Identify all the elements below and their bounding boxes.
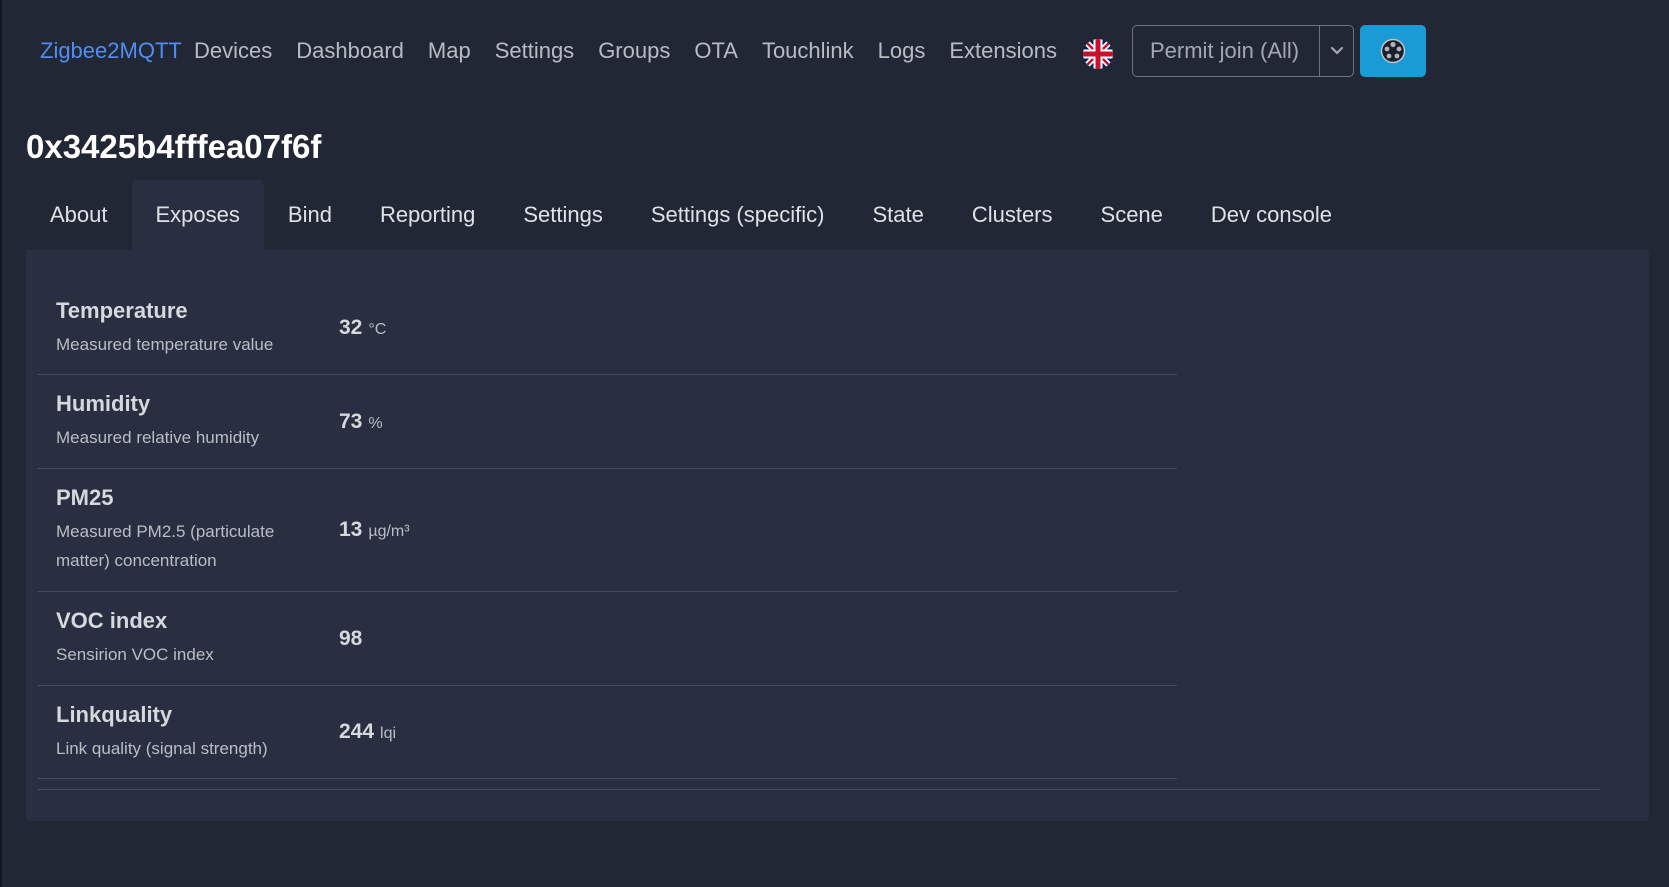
expose-label: Temperature Measured temperature value bbox=[56, 298, 339, 359]
expose-label: PM25 Measured PM2.5 (particulate matter)… bbox=[56, 485, 339, 575]
nav-links: Devices Dashboard Map Settings Groups OT… bbox=[194, 38, 1057, 64]
device-tabs: About Exposes Bind Reporting Settings Se… bbox=[26, 180, 1356, 250]
expose-name: VOC index bbox=[56, 608, 168, 633]
window-edge bbox=[0, 0, 2, 887]
tab-about[interactable]: About bbox=[26, 180, 132, 250]
expose-description: Sensirion VOC index bbox=[56, 645, 214, 664]
expose-description: Link quality (signal strength) bbox=[56, 738, 268, 758]
value-number: 98 bbox=[339, 626, 363, 650]
device-title: 0x3425b4fffea07f6f bbox=[26, 128, 322, 165]
expose-row-temperature: Temperature Measured temperature value 3… bbox=[38, 282, 1177, 375]
top-navbar: Zigbee2MQTT Devices Dashboard Map Settin… bbox=[0, 0, 1669, 104]
value-unit: µg/m³ bbox=[368, 523, 410, 540]
tab-clusters[interactable]: Clusters bbox=[948, 180, 1077, 250]
permit-join-dropdown-toggle[interactable] bbox=[1319, 25, 1354, 77]
expose-name: Humidity bbox=[56, 391, 151, 416]
expose-description: Measured temperature value bbox=[56, 334, 274, 354]
tab-state[interactable]: State bbox=[848, 180, 947, 250]
value-number: 32 bbox=[339, 316, 363, 339]
expose-row-linkquality: Linkquality Link quality (signal strengt… bbox=[38, 686, 1177, 779]
expose-value: 73 % bbox=[339, 410, 383, 434]
value-number: 73 bbox=[339, 409, 363, 433]
expose-row-humidity: Humidity Measured relative humidity 73 % bbox=[38, 375, 1177, 469]
nav-link-ota[interactable]: OTA bbox=[694, 38, 738, 64]
expose-name: Linkquality bbox=[56, 701, 173, 727]
tab-settings-specific[interactable]: Settings (specific) bbox=[627, 180, 849, 250]
tab-bind[interactable]: Bind bbox=[264, 180, 356, 250]
expose-description: Measured relative humidity bbox=[56, 428, 260, 447]
permit-join-button[interactable]: Permit join (All) bbox=[1132, 25, 1319, 77]
expose-row-voc-index: VOC index Sensirion VOC index 98 bbox=[38, 592, 1177, 686]
uk-flag-icon[interactable] bbox=[1083, 39, 1113, 69]
value-number: 244 bbox=[339, 720, 375, 743]
value-unit: °C bbox=[368, 321, 387, 338]
nav-link-dashboard[interactable]: Dashboard bbox=[296, 38, 404, 64]
expose-value: 32 °C bbox=[339, 316, 386, 340]
exposes-list: Temperature Measured temperature value 3… bbox=[38, 282, 1177, 779]
nav-link-touchlink[interactable]: Touchlink bbox=[762, 38, 854, 64]
nav-link-logs[interactable]: Logs bbox=[878, 38, 926, 64]
theme-toggle-icon bbox=[1380, 38, 1406, 64]
expose-row-pm25: PM25 Measured PM2.5 (particulate matter)… bbox=[38, 469, 1177, 592]
expose-label: VOC index Sensirion VOC index bbox=[56, 608, 339, 669]
value-unit: % bbox=[368, 414, 383, 432]
expose-description: Measured PM2.5 (particulate matter) conc… bbox=[56, 522, 275, 570]
chevron-down-icon bbox=[1330, 46, 1343, 55]
expose-name: PM25 bbox=[56, 485, 114, 510]
tab-dev-console[interactable]: Dev console bbox=[1187, 180, 1356, 250]
value-number: 13 bbox=[339, 518, 363, 541]
nav-link-settings[interactable]: Settings bbox=[495, 38, 575, 64]
theme-toggle-button[interactable] bbox=[1360, 25, 1426, 77]
expose-name: Temperature bbox=[56, 297, 188, 323]
expose-value: 244 lqi bbox=[339, 720, 396, 744]
expose-value: 98 bbox=[339, 627, 368, 651]
value-unit: lqi bbox=[380, 725, 397, 742]
tab-exposes[interactable]: Exposes bbox=[131, 180, 264, 250]
tab-scene[interactable]: Scene bbox=[1077, 180, 1187, 250]
panel-divider bbox=[38, 789, 1600, 790]
expose-value: 13 µg/m³ bbox=[339, 518, 410, 542]
expose-label: Linkquality Link quality (signal strengt… bbox=[56, 702, 339, 763]
tab-settings[interactable]: Settings bbox=[499, 180, 627, 250]
nav-link-extensions[interactable]: Extensions bbox=[949, 38, 1057, 64]
tab-reporting[interactable]: Reporting bbox=[356, 180, 499, 250]
nav-link-groups[interactable]: Groups bbox=[598, 38, 670, 64]
expose-label: Humidity Measured relative humidity bbox=[56, 391, 339, 452]
nav-link-devices[interactable]: Devices bbox=[194, 38, 272, 64]
exposes-panel: Temperature Measured temperature value 3… bbox=[26, 250, 1649, 821]
brand-link[interactable]: Zigbee2MQTT bbox=[40, 38, 182, 64]
permit-join-group: Permit join (All) bbox=[1132, 25, 1354, 77]
nav-link-map[interactable]: Map bbox=[428, 38, 471, 64]
